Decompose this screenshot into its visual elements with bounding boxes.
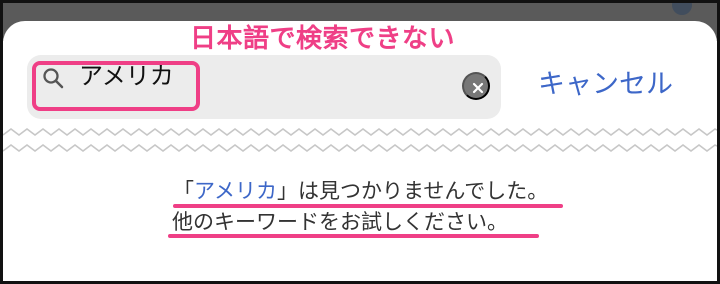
status-icon	[672, 3, 692, 15]
search-icon	[41, 66, 65, 90]
zigzag-divider	[3, 128, 717, 152]
clear-search-button[interactable]	[462, 72, 490, 100]
search-term-highlight: アメリカ	[194, 179, 277, 203]
search-input[interactable]	[79, 56, 185, 96]
search-field[interactable]	[27, 55, 501, 119]
not-found-text: は見つかりませんでした。	[297, 179, 549, 203]
clear-icon	[471, 81, 485, 95]
cancel-button[interactable]: キャンセル	[538, 68, 673, 102]
annotation-heading: 日本語で検索できない	[190, 24, 456, 54]
line-2-pink-underline	[168, 234, 539, 238]
search-screen-frame: 日本語で検索できない キャンセル	[0, 0, 720, 284]
open-quote: 「	[173, 179, 194, 203]
close-quote: 」	[276, 179, 298, 203]
no-results-line-1: 「アメリカ」は見つかりませんでした。	[173, 177, 548, 205]
no-results-line-2: 他のキーワードをお試しください。	[172, 210, 508, 234]
search-row: キャンセル	[3, 55, 717, 120]
